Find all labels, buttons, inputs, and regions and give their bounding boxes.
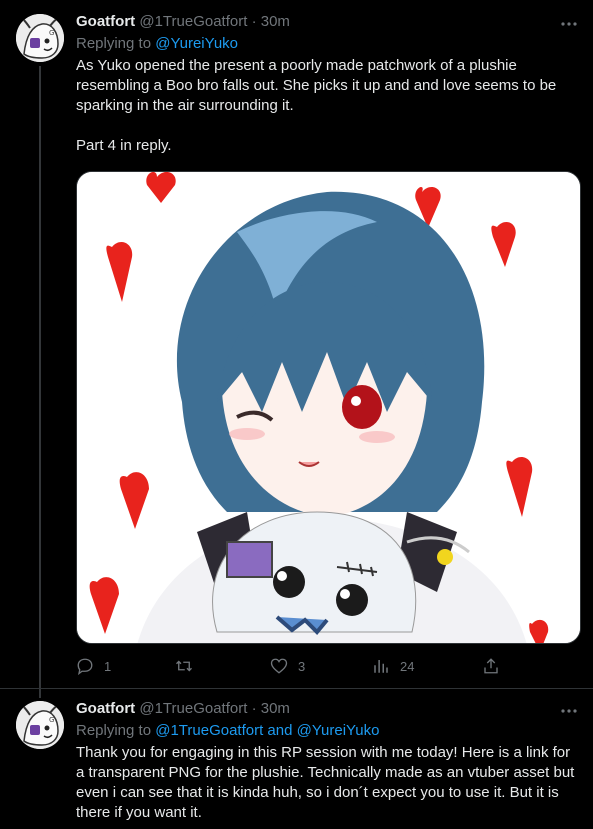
more-dots-icon: [561, 22, 577, 26]
tweet-2[interactable]: G Goatfort @1TrueGoatfort · 30m Replying…: [0, 689, 593, 829]
timestamp[interactable]: 30m: [261, 13, 290, 30]
goat-avatar-icon: G: [16, 701, 64, 749]
tweet-paragraph: Thank you for engaging in this RP sessio…: [76, 744, 575, 821]
replying-label: Replying to: [76, 35, 152, 52]
more-dots-icon: [561, 709, 577, 713]
reply-action[interactable]: 1: [76, 656, 111, 676]
retweet-icon: [176, 660, 192, 672]
tweet-header: Goatfort @1TrueGoatfort · 30m: [76, 699, 577, 719]
like-action[interactable]: 3: [270, 656, 305, 676]
author-handle[interactable]: @1TrueGoatfort: [139, 700, 247, 717]
tweet-content: Goatfort @1TrueGoatfort · 30m Replying t…: [76, 12, 577, 156]
views-action[interactable]: 24: [372, 656, 414, 676]
tweet-content: Goatfort @1TrueGoatfort · 30m Replying t…: [76, 699, 577, 823]
author-handle[interactable]: @1TrueGoatfort: [139, 13, 247, 30]
tweet-header: Goatfort @1TrueGoatfort · 30m: [76, 12, 577, 32]
thread-line: [39, 66, 41, 692]
views-count: 24: [400, 658, 415, 674]
goat-avatar-icon: G: [16, 14, 64, 62]
tweet-text: As Yuko opened the present a poorly made…: [76, 56, 577, 156]
avatar[interactable]: G: [16, 14, 64, 62]
replying-handle-link[interactable]: @YureiYuko: [155, 35, 238, 52]
replying-handles-link[interactable]: @1TrueGoatfort and @YureiYuko: [155, 722, 379, 739]
tweet-text: Thank you for engaging in this RP sessio…: [76, 743, 577, 823]
tweet-paragraph: As Yuko opened the present a poorly made…: [76, 57, 557, 114]
thread-line: [39, 689, 41, 698]
separator: ·: [251, 13, 257, 30]
heart-icon: [270, 658, 288, 674]
author-name[interactable]: Goatfort: [76, 700, 135, 717]
svg-text:G: G: [49, 29, 54, 37]
replying-to: Replying to @1TrueGoatfort and @YureiYuk…: [76, 721, 577, 741]
more-button[interactable]: [559, 14, 579, 34]
author-name[interactable]: Goatfort: [76, 13, 135, 30]
replying-label: Replying to: [76, 722, 152, 739]
reply-icon: [77, 658, 93, 675]
like-count: 3: [298, 658, 306, 674]
reply-count: 1: [104, 658, 112, 674]
separator: ·: [251, 700, 257, 717]
more-button[interactable]: [559, 701, 579, 721]
share-action[interactable]: [482, 656, 500, 676]
avatar[interactable]: G: [16, 701, 64, 749]
views-icon: [374, 660, 388, 673]
retweet-action[interactable]: [174, 656, 204, 676]
tweet-paragraph: Part 4 in reply.: [76, 137, 172, 154]
tweet-image[interactable]: [76, 171, 581, 644]
replying-to: Replying to @YureiYuko: [76, 34, 577, 54]
tweet-1[interactable]: G Goatfort @1TrueGoatfort · 30m Replying…: [0, 0, 593, 692]
timestamp[interactable]: 30m: [261, 700, 290, 717]
tweet-actions: 1 3 24: [76, 656, 576, 676]
svg-text:G: G: [49, 716, 54, 724]
anime-illustration-image: [77, 172, 580, 643]
share-icon: [484, 658, 498, 674]
